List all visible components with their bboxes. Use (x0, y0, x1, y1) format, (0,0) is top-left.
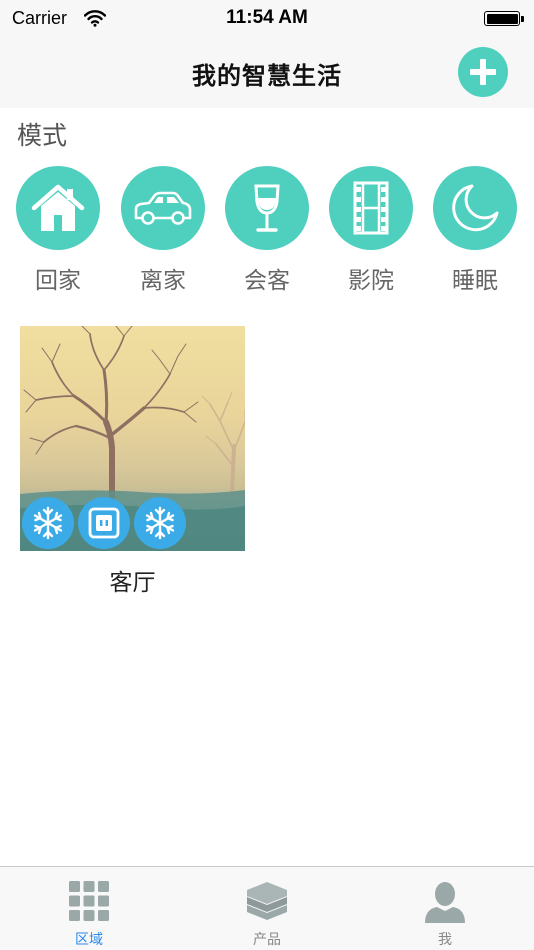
mode-cinema-button[interactable]: 影院 (321, 166, 421, 295)
wine-glass-icon (254, 184, 280, 232)
moon-icon (452, 184, 499, 232)
tab-area[interactable]: 区域 (0, 867, 178, 950)
person-icon (425, 882, 465, 923)
tab-bar: 区域 产品 我 (0, 866, 534, 950)
mode-label: 会客 (244, 268, 290, 294)
snowflake-icon (145, 506, 175, 540)
status-bar: Carrier 11:54 AM (0, 0, 534, 38)
house-icon (31, 184, 85, 231)
tab-label: 我 (438, 932, 452, 948)
mode-sleep-button[interactable]: 睡眠 (425, 166, 525, 295)
room-card[interactable]: 客厅 (20, 326, 245, 597)
room-name: 客厅 (109, 570, 156, 596)
mode-label: 影院 (348, 268, 394, 294)
tab-me[interactable]: 我 (356, 867, 534, 950)
status-time: 11:54 AM (226, 7, 308, 28)
room-device-button[interactable] (22, 497, 74, 549)
room-photo (20, 326, 245, 551)
battery-icon (484, 11, 524, 26)
layers-icon (247, 882, 287, 920)
room-device-button[interactable] (78, 497, 130, 549)
mode-label: 睡眠 (452, 268, 498, 294)
room-device-button[interactable] (134, 497, 186, 549)
mode-guest-button[interactable]: 会客 (217, 166, 317, 295)
add-button[interactable] (458, 47, 508, 97)
mode-home-button[interactable]: 回家 (8, 166, 108, 295)
tab-label: 区域 (75, 932, 103, 948)
mode-label: 离家 (140, 268, 186, 294)
mode-away-button[interactable]: 离家 (113, 166, 213, 295)
grid-icon (69, 881, 109, 921)
page-title: 我的智慧生活 (192, 62, 342, 90)
modes-row: 回家 离家 会客 影院 睡眠 (0, 166, 534, 296)
snowflake-icon (33, 506, 63, 540)
tab-products[interactable]: 产品 (178, 867, 356, 950)
socket-icon (88, 507, 120, 539)
car-icon (134, 191, 192, 225)
modes-section-label: 模式 (17, 121, 68, 150)
mode-label: 回家 (35, 268, 81, 294)
tab-label: 产品 (253, 932, 281, 948)
nav-bar: 我的智慧生活 (0, 38, 534, 108)
film-icon (353, 181, 389, 235)
